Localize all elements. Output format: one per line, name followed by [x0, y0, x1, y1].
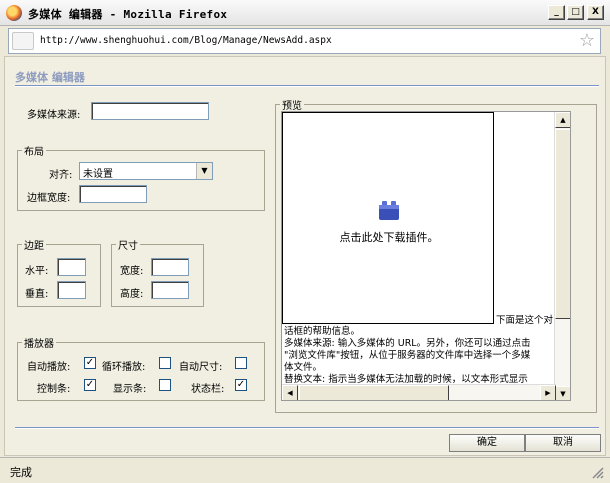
border-width-input[interactable]	[79, 185, 147, 203]
preview-line: 话框的帮助信息。	[284, 326, 361, 337]
address-bar[interactable]: http://www.shenghuohui.com/Blog/Manage/N…	[8, 28, 601, 54]
hspace-input[interactable]	[57, 258, 86, 276]
controls-label: 控制条:	[37, 384, 71, 395]
statusbar-label: 状态栏:	[191, 384, 225, 395]
autoplay-label: 自动播放:	[27, 362, 71, 373]
close-button[interactable]: X	[587, 5, 604, 20]
preview-legend: 预览	[282, 101, 302, 112]
resize-grip-icon[interactable]	[588, 463, 604, 479]
ok-button[interactable]: 确定	[449, 434, 525, 452]
bookmark-star-icon[interactable]: ☆	[579, 30, 595, 51]
vspace-label: 垂直:	[25, 289, 49, 300]
site-identity-icon[interactable]	[12, 32, 34, 50]
border-width-label: 边框宽度:	[27, 193, 71, 204]
scroll-left-icon[interactable]: ◀	[282, 385, 298, 400]
status-text: 完成	[10, 466, 32, 479]
scroll-up-icon[interactable]: ▲	[555, 112, 570, 128]
preview-line: 体文件。	[284, 362, 323, 373]
firefox-icon	[6, 5, 22, 21]
source-label: 多媒体来源:	[27, 110, 81, 121]
layout-legend: 布局	[24, 147, 44, 158]
chevron-down-icon[interactable]: ▼	[196, 163, 212, 179]
source-input[interactable]	[91, 102, 209, 120]
vspace-input[interactable]	[57, 281, 86, 299]
footer-divider	[15, 427, 599, 429]
controls-checkbox[interactable]: ✓	[84, 379, 96, 391]
dialog-content: 多媒体 编辑器 多媒体来源: 布局 对齐: 未设置 ▼ 边框宽度: 边距 水平:…	[4, 56, 606, 456]
player-legend: 播放器	[24, 339, 54, 350]
preview-side-text: 下面是这个对	[496, 315, 554, 326]
spacing-legend: 边距	[24, 241, 44, 252]
width-input[interactable]	[151, 258, 189, 276]
window-titlebar: 多媒体 编辑器 - Mozilla Firefox _ □ X	[0, 0, 610, 26]
statusbar-checkbox[interactable]: ✓	[235, 379, 247, 391]
width-label: 宽度:	[120, 266, 144, 277]
autosize-label: 自动尺寸:	[179, 362, 223, 373]
display-checkbox[interactable]	[159, 379, 171, 391]
preview-line: "浏览文件库"按钮，从位于服务器的文件库中选择一个多媒	[284, 350, 531, 361]
scroll-down-icon[interactable]: ▼	[555, 386, 570, 400]
height-input[interactable]	[151, 281, 189, 299]
autoplay-checkbox[interactable]: ✓	[84, 357, 96, 369]
scroll-right-icon[interactable]: ▶	[540, 385, 556, 400]
size-legend: 尺寸	[118, 241, 138, 252]
maximize-button[interactable]: □	[567, 5, 584, 20]
hspace-label: 水平:	[25, 266, 49, 277]
align-label: 对齐:	[49, 170, 73, 181]
dialog-title: 多媒体 编辑器	[15, 71, 85, 84]
vscroll-thumb[interactable]	[555, 129, 570, 319]
browser-statusbar: 完成	[0, 457, 610, 483]
plugin-icon	[379, 201, 399, 220]
hscroll-thumb[interactable]	[299, 385, 449, 400]
display-label: 显示条:	[113, 384, 147, 395]
url-text[interactable]: http://www.shenghuohui.com/Blog/Manage/N…	[40, 35, 332, 46]
align-select[interactable]: 未设置 ▼	[79, 162, 213, 180]
autosize-checkbox[interactable]	[235, 357, 247, 369]
align-select-value: 未设置	[83, 169, 113, 180]
minimize-button[interactable]: _	[548, 5, 565, 20]
preview-line: 多媒体来源: 输入多媒体的 URL。另外，你还可以通过点击	[284, 338, 531, 349]
plugin-download-text[interactable]: 点击此处下载插件。	[283, 229, 495, 245]
preview-help-text: 话框的帮助信息。 多媒体来源: 输入多媒体的 URL。另外，你还可以通过点击 "…	[284, 326, 570, 386]
preview-hscrollbar[interactable]: ◀ ▶	[282, 384, 556, 400]
window-title: 多媒体 编辑器 - Mozilla Firefox	[28, 8, 228, 21]
preview-pane[interactable]: 点击此处下载插件。 下面是这个对 话框的帮助信息。 多媒体来源: 输入多媒体的 …	[281, 111, 571, 401]
height-label: 高度:	[120, 289, 144, 300]
title-divider	[15, 85, 599, 87]
plugin-placeholder[interactable]: 点击此处下载插件。	[282, 112, 494, 324]
cancel-button[interactable]: 取消	[525, 434, 601, 452]
loop-label: 循环播放:	[102, 362, 146, 373]
preview-vscrollbar[interactable]: ▲ ▼	[554, 112, 570, 400]
loop-checkbox[interactable]	[159, 357, 171, 369]
